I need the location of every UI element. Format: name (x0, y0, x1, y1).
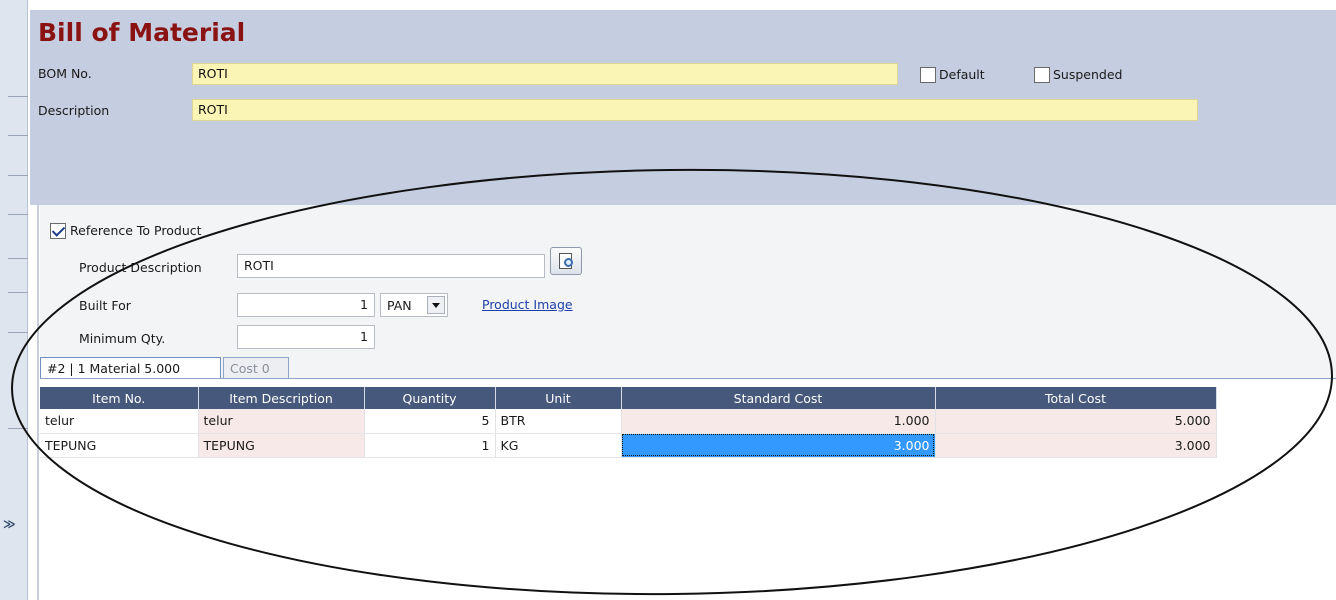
tab-material[interactable]: #2 | 1 Material 5.000 (40, 357, 221, 379)
default-checkbox[interactable]: Default (920, 66, 985, 83)
column-header[interactable]: Item Description (198, 387, 365, 409)
item-description-cell[interactable]: telur (198, 409, 365, 434)
column-header[interactable]: Total Cost (935, 387, 1217, 409)
material-grid-area: Item No. Item Description Quantity Unit … (40, 379, 1336, 600)
sidebar-divider (8, 96, 28, 97)
quantity-cell[interactable]: 5 (364, 409, 496, 434)
bom-header: Bill of Material BOM No. ROTI Default Su… (30, 10, 1336, 205)
table-row[interactable]: telur telur 5 BTR 1.000 5.000 (40, 409, 1217, 434)
sidebar-strip: ≫ (0, 0, 28, 600)
checkbox-box[interactable] (920, 66, 936, 83)
sidebar-divider (8, 135, 28, 136)
description-label: Description (38, 103, 110, 118)
column-header[interactable]: Standard Cost (621, 387, 936, 409)
column-header[interactable]: Item No. (40, 387, 199, 409)
built-for-input[interactable]: 1 (237, 293, 375, 317)
sidebar-divider (8, 214, 28, 215)
standard-cost-cell[interactable]: 1.000 (621, 409, 936, 434)
unit-cell[interactable]: BTR (495, 409, 622, 434)
item-description-cell[interactable]: TEPUNG (198, 433, 365, 458)
minimum-qty-label: Minimum Qty. (79, 331, 166, 346)
unit-select-value: PAN (387, 298, 412, 313)
bom-no-label: BOM No. (38, 66, 92, 81)
default-label: Default (939, 67, 985, 82)
material-grid: Item No. Item Description Quantity Unit … (40, 387, 1217, 458)
sidebar-divider (8, 292, 28, 293)
column-header[interactable]: Quantity (364, 387, 496, 409)
product-description-input[interactable]: ROTI (237, 254, 545, 278)
sidebar-divider (8, 428, 28, 429)
suspended-label: Suspended (1053, 67, 1123, 82)
double-chevron-down-icon[interactable]: ≫ (3, 517, 16, 531)
checkbox-box[interactable] (1034, 66, 1050, 83)
reference-to-product-label: Reference To Product (70, 223, 202, 238)
sidebar-divider (8, 175, 28, 176)
grid-header-row: Item No. Item Description Quantity Unit … (40, 387, 1217, 409)
sidebar-divider (8, 332, 28, 333)
total-cost-cell[interactable]: 3.000 (935, 433, 1217, 458)
checkbox-box[interactable] (50, 222, 66, 239)
tab-cost[interactable]: Cost 0 (223, 357, 289, 379)
unit-cell[interactable]: KG (495, 433, 622, 458)
table-row[interactable]: TEPUNG TEPUNG 1 KG 3.000 3.000 (40, 433, 1217, 458)
description-field[interactable]: ROTI (192, 99, 1198, 121)
quantity-cell[interactable]: 1 (364, 433, 496, 458)
item-no-cell[interactable]: TEPUNG (40, 433, 199, 458)
suspended-checkbox[interactable]: Suspended (1034, 66, 1122, 83)
item-no-cell[interactable]: telur (40, 409, 199, 434)
reference-to-product-checkbox[interactable]: Reference To Product (50, 222, 202, 239)
product-description-label: Product Description (79, 260, 202, 275)
minimum-qty-input[interactable]: 1 (237, 325, 375, 349)
product-image-link[interactable]: Product Image (482, 297, 573, 312)
column-header[interactable]: Unit (495, 387, 622, 409)
page-title: Bill of Material (38, 18, 246, 47)
built-for-label: Built For (79, 298, 131, 313)
sidebar-divider (8, 258, 28, 259)
total-cost-cell[interactable]: 5.000 (935, 409, 1217, 434)
product-lookup-button[interactable] (550, 247, 582, 275)
standard-cost-cell-selected[interactable]: 3.000 (621, 433, 936, 458)
dropdown-arrow-icon[interactable] (427, 296, 445, 314)
product-panel: Reference To Product Product Description… (40, 205, 1336, 600)
bom-no-field[interactable]: ROTI (192, 63, 898, 85)
magnifier-icon (564, 258, 573, 267)
unit-select[interactable]: PAN (380, 293, 448, 317)
left-rule (37, 205, 39, 600)
